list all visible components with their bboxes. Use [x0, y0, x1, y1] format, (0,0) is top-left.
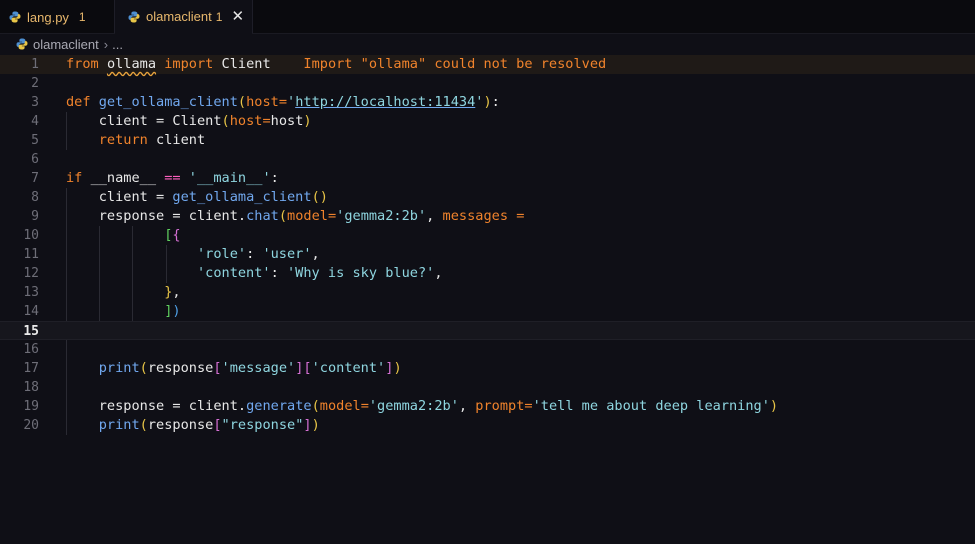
tab-problem-badge: 1	[215, 9, 223, 24]
code-line[interactable]: 19 response = client.generate(model='gem…	[0, 397, 975, 416]
code-text: if __name__ == '__main__':	[66, 170, 279, 186]
tab-problem-badge: 1	[78, 10, 86, 24]
unresolved-import: ollama	[106, 56, 157, 72]
code-line[interactable]: 14 ])	[0, 302, 975, 321]
tab-bar: lang.py 1 olamaclient 1 ✕	[0, 0, 975, 34]
line-number: 15	[23, 324, 39, 339]
code-editor[interactable]: 1 from ollama import Client Import "olla…	[0, 55, 975, 544]
code-text: ])	[164, 303, 181, 319]
breadcrumb-file[interactable]: olamaclient	[33, 37, 99, 52]
line-number: 8	[31, 190, 39, 205]
code-text: print(response['message']['content'])	[98, 360, 402, 376]
breadcrumb: olamaclient › ...	[0, 34, 975, 54]
line-number: 13	[23, 285, 39, 300]
breadcrumb-symbols[interactable]: ...	[112, 37, 123, 52]
code-line[interactable]: 20 print(response["response"])	[0, 416, 975, 435]
code-line[interactable]: 16	[0, 340, 975, 359]
line-number: 7	[31, 171, 39, 186]
line-number: 20	[23, 418, 39, 433]
line-number: 19	[23, 399, 39, 414]
code-line[interactable]: 13 },	[0, 283, 975, 302]
line-number: 17	[23, 361, 39, 376]
code-text: },	[164, 284, 181, 300]
code-text: response = client.generate(model='gemma2…	[98, 398, 779, 414]
tab-label: olamaclient	[146, 9, 212, 24]
line-number: 9	[31, 209, 39, 224]
tab-label: lang.py	[27, 9, 69, 25]
line-number: 12	[23, 266, 39, 281]
inline-diagnostic: Import "ollama" could not be resolved	[303, 56, 607, 72]
line-number: 10	[23, 228, 39, 243]
python-icon	[16, 38, 28, 50]
code-text: 'content': 'Why is sky blue?',	[196, 265, 443, 281]
line-number: 4	[31, 114, 39, 129]
code-line[interactable]: 17 print(response['message']['content'])	[0, 359, 975, 378]
close-icon[interactable]: ✕	[231, 9, 244, 24]
code-text: response = client.chat(model='gemma2:2b'…	[98, 208, 525, 224]
code-line[interactable]: 8 client = get_ollama_client()	[0, 188, 975, 207]
code-line[interactable]: 3 def get_ollama_client(host='http://loc…	[0, 93, 975, 112]
code-text: [{	[164, 227, 181, 243]
line-number: 14	[23, 304, 39, 319]
line-number: 6	[31, 152, 39, 167]
code-text: def get_ollama_client(host='http://local…	[66, 94, 500, 110]
code-line[interactable]: 10 [{	[0, 226, 975, 245]
tab-divider	[252, 0, 253, 34]
code-text: 'role': 'user',	[196, 246, 320, 262]
line-number: 3	[31, 95, 39, 110]
code-line[interactable]: 18	[0, 378, 975, 397]
code-text: from ollama import Client Import "ollama…	[66, 56, 607, 72]
code-text: print(response["response"])	[98, 417, 320, 433]
code-text: return client	[98, 132, 206, 148]
code-line[interactable]: 2	[0, 74, 975, 93]
line-number: 5	[31, 133, 39, 148]
code-text: client = Client(host=host)	[98, 113, 312, 129]
code-line[interactable]: 6	[0, 150, 975, 169]
code-line[interactable]: 11 'role': 'user',	[0, 245, 975, 264]
code-line[interactable]: 9 response = client.chat(model='gemma2:2…	[0, 207, 975, 226]
line-number: 16	[23, 342, 39, 357]
current-line[interactable]: 15	[0, 321, 975, 340]
chevron-right-icon: ›	[103, 36, 109, 52]
code-line[interactable]: 4 client = Client(host=host)	[0, 112, 975, 131]
tab-lang-py[interactable]: lang.py 1	[0, 0, 114, 34]
python-icon	[128, 11, 140, 23]
url-link: http://localhost:11434	[295, 94, 476, 110]
line-number: 18	[23, 380, 39, 395]
line-number: 2	[31, 76, 39, 91]
code-line[interactable]: 5 return client	[0, 131, 975, 150]
line-number: 1	[31, 57, 39, 72]
code-line[interactable]: 1 from ollama import Client Import "olla…	[0, 55, 975, 74]
code-line[interactable]: 12 'content': 'Why is sky blue?',	[0, 264, 975, 283]
python-icon	[9, 11, 21, 23]
code-line[interactable]: 7 if __name__ == '__main__':	[0, 169, 975, 188]
tab-olamaclient[interactable]: olamaclient 1 ✕	[115, 0, 252, 34]
code-text: client = get_ollama_client()	[98, 189, 328, 205]
line-number: 11	[23, 247, 39, 262]
